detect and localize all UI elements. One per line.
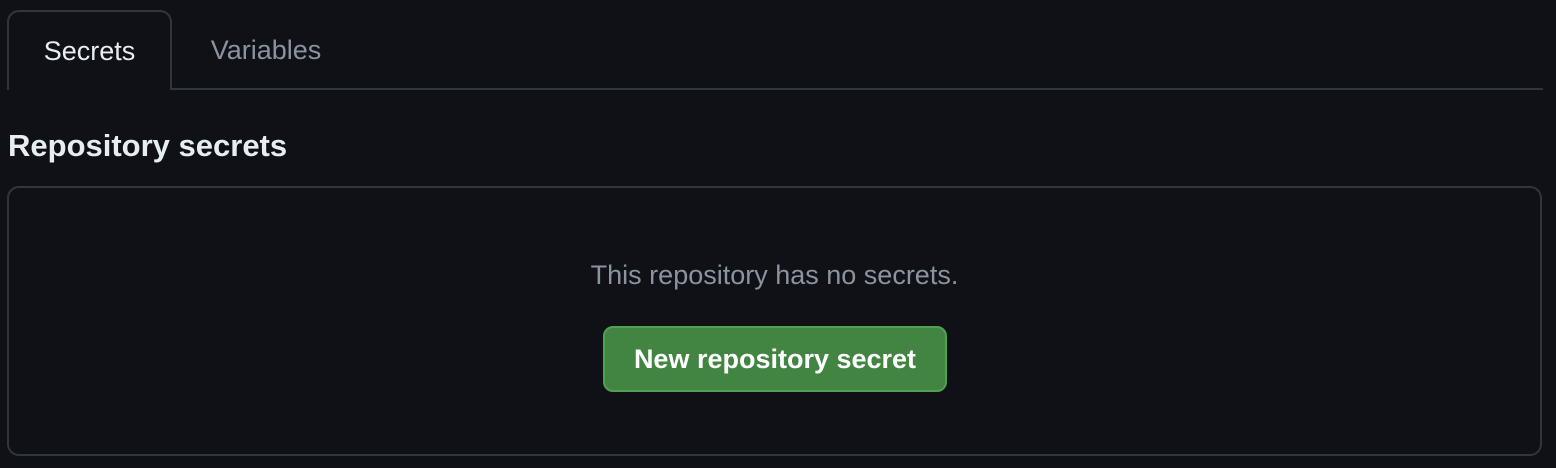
tab-secrets[interactable]: Secrets <box>7 10 172 90</box>
secrets-empty-state: This repository has no secrets. New repo… <box>7 186 1542 456</box>
tab-variables[interactable]: Variables <box>172 10 360 90</box>
secrets-settings-page: Secrets Variables Repository secrets Thi… <box>0 0 1556 468</box>
tab-bar: Secrets Variables <box>0 0 1543 90</box>
empty-state-message: This repository has no secrets. <box>590 260 959 290</box>
tab-secrets-label: Secrets <box>43 35 136 66</box>
tab-variables-label: Variables <box>210 34 322 65</box>
new-repository-secret-label: New repository secret <box>633 343 917 374</box>
section-title: Repository secrets <box>8 128 288 163</box>
new-repository-secret-button[interactable]: New repository secret <box>603 326 947 392</box>
